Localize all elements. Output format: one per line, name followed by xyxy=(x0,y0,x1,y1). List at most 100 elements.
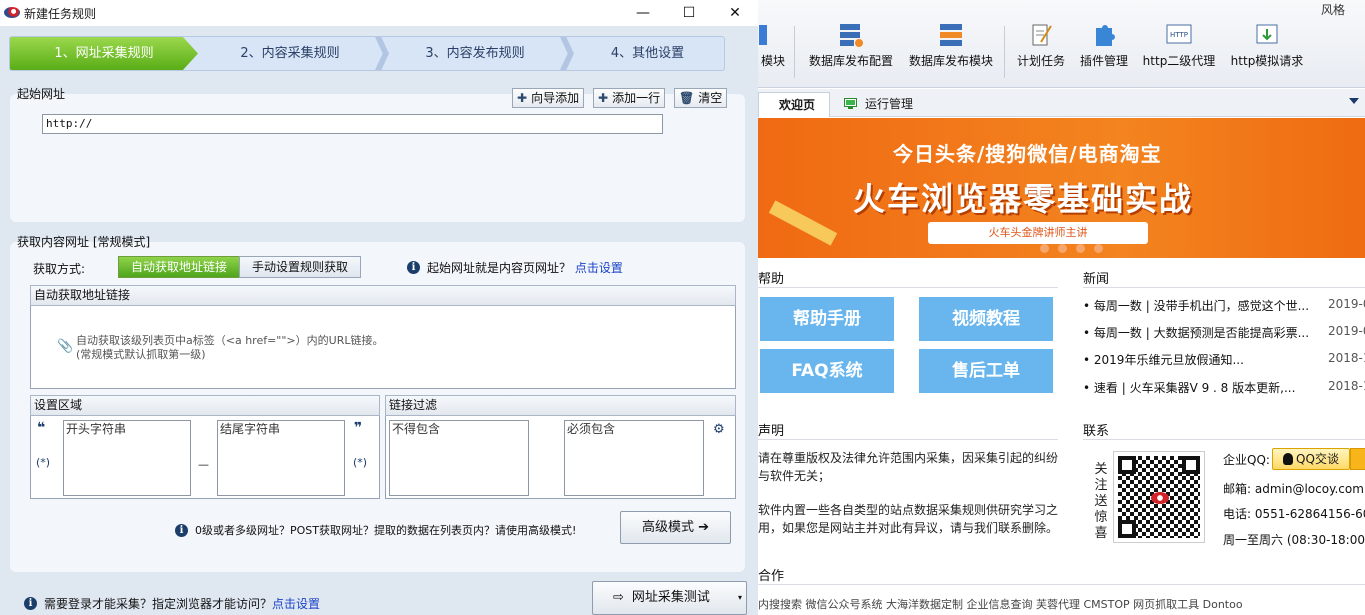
contact-email[interactable]: 邮箱: admin@locoy.com xyxy=(1223,480,1364,497)
plugin-icon xyxy=(1096,25,1115,46)
link-filter-title: 链接过滤 xyxy=(385,395,736,416)
qq-chat-button[interactable]: QQ交谈 xyxy=(1272,448,1350,470)
step-other-settings[interactable]: 4、其他设置 xyxy=(570,37,724,70)
step-publish-rules[interactable]: 3、内容发布规则 xyxy=(385,37,565,70)
login-settings-link[interactable]: 点击设置 xyxy=(272,597,320,611)
pencil-graphic xyxy=(768,200,838,246)
partners-section-title: 合作 xyxy=(758,569,785,584)
chevron-down-icon[interactable]: ▾ xyxy=(738,582,742,613)
ribbon-button-db-module[interactable]: 数据库发布模块 xyxy=(906,22,996,82)
statement-text: 用，如果您是网站主并对此有异议，请与我们联系删除。 xyxy=(758,521,1059,535)
close-button[interactable]: ✕ xyxy=(712,0,758,26)
tab-welcome[interactable]: 欢迎页 xyxy=(758,92,830,117)
manual-mode-button[interactable]: 手动设置规则获取 xyxy=(239,256,361,278)
ribbon-button-module[interactable]: 模块 xyxy=(758,22,788,82)
qq-label: 企业QQ: xyxy=(1223,453,1270,467)
promo-banner[interactable]: 今日头条/搜狗微信/电商淘宝 火车浏览器零基础实战 火车头金牌讲师主讲 xyxy=(758,118,1365,258)
ribbon-button-http-proxy[interactable]: HTTP http二级代理 xyxy=(1140,22,1218,82)
news-item[interactable]: • 速看 | 火车采集器V 9 . 8 版本更新,...2018-1 xyxy=(1083,379,1365,396)
start-url-input[interactable]: http:// xyxy=(42,114,663,134)
carousel-dot[interactable] xyxy=(1094,244,1103,253)
main-app-window: 风格 模块 数据库发布配置 数据库发布模块 计划任务 插件管理 HTTP htt… xyxy=(758,0,1365,615)
info-icon: i xyxy=(24,597,37,610)
carousel-dot[interactable] xyxy=(1076,244,1085,253)
qr-code xyxy=(1113,451,1205,543)
paperclip-icon: 📎 xyxy=(57,339,74,354)
start-is-content-link[interactable]: 点击设置 xyxy=(575,261,623,275)
info-icon: i xyxy=(407,261,420,274)
banner-line-1: 今日头条/搜狗微信/电商淘宝 xyxy=(893,142,1162,166)
step-content-rules[interactable]: 2、内容采集规则 xyxy=(200,37,380,70)
help-manual-button[interactable]: 帮助手册 xyxy=(760,297,894,341)
contact-phone: 电话: 0551-62864156-606 xyxy=(1223,507,1365,521)
news-item[interactable]: • 2019年乐维元旦放假通知...2018-1 xyxy=(1083,351,1365,368)
exclude-input[interactable]: 不得包含 xyxy=(389,420,529,496)
statement-section-title: 声明 xyxy=(758,424,785,439)
carousel-dot[interactable] xyxy=(1058,244,1067,253)
plus-icon: ✚ xyxy=(598,91,609,105)
document-tabs: 欢迎页 运行管理 xyxy=(758,89,1365,117)
statement-text: 与软件无关； xyxy=(758,469,831,483)
partner-links[interactable]: 内搜搜索 微信公众号系统 大海洋数据定制 企业信息查询 芙蓉代理 CMSTOP … xyxy=(758,596,1365,615)
contact-hours: 周一至周六 (08:30-18:00) xyxy=(1223,533,1365,547)
qq-check-icon[interactable] xyxy=(1350,448,1365,470)
start-url-title: 起始网址 xyxy=(17,87,66,101)
tab-run-management[interactable]: 运行管理 xyxy=(834,92,923,117)
ribbon-button-plugin[interactable]: 插件管理 xyxy=(1076,22,1132,82)
tabs-dropdown-icon[interactable] xyxy=(1349,98,1359,104)
auto-mode-button[interactable]: 自动获取地址链接 xyxy=(118,256,240,278)
monitor-icon xyxy=(844,98,857,109)
minimize-button[interactable]: — xyxy=(620,0,666,26)
mode-label: 获取方式: xyxy=(33,262,86,276)
contact-section-title: 联系 xyxy=(1083,424,1110,439)
divider xyxy=(1083,287,1365,288)
any-token-right[interactable]: (*) xyxy=(353,456,367,469)
divider xyxy=(758,439,1058,440)
follow-text: 关注送惊喜 xyxy=(1094,462,1108,541)
maximize-button[interactable]: ☐ xyxy=(666,0,712,26)
advanced-hint: 0级或者多级网址？POST获取网址？提取的数据在列表页内？请使用高级模式! xyxy=(195,524,577,537)
new-task-rule-dialog: 新建任务规则 — ☐ ✕ 1、网址采集规则 2、内容采集规则 3、内容发布规则 … xyxy=(0,0,758,615)
arrow-right-icon: ➔ xyxy=(698,520,710,535)
banner-line-2: 火车浏览器零基础实战 xyxy=(853,180,1194,218)
db-config-icon xyxy=(840,24,863,47)
schedule-icon xyxy=(1032,24,1052,46)
gear-icon[interactable]: ⚙ xyxy=(713,422,725,437)
divider xyxy=(758,584,1365,585)
start-is-content-hint: 起始网址就是内容页网址？ 点击设置 xyxy=(427,261,623,275)
url-collect-test-button[interactable]: ⇨ 网址采集测试 ▾ xyxy=(592,581,747,615)
run-icon: ⇨ xyxy=(613,590,624,605)
step-url-rules[interactable]: 1、网址采集规则 xyxy=(10,37,198,70)
end-string-input[interactable]: 结尾字符串 xyxy=(217,420,345,496)
carousel-dot[interactable] xyxy=(1040,244,1049,253)
news-item[interactable]: • 每周一数 | 大数据预测是否能提高彩票...2019-0 xyxy=(1083,324,1365,341)
any-token-left[interactable]: (*) xyxy=(36,456,50,469)
video-tutorial-button[interactable]: 视频教程 xyxy=(919,297,1053,341)
ribbon-toolbar: 风格 模块 数据库发布配置 数据库发布模块 计划任务 插件管理 HTTP htt… xyxy=(758,0,1365,88)
clear-button[interactable]: 🗑 清空 xyxy=(674,88,728,108)
style-menu[interactable]: 风格 xyxy=(1321,1,1345,18)
include-input[interactable]: 必须包含 xyxy=(564,420,704,496)
ribbon-button-http-request[interactable]: http模拟请求 xyxy=(1228,22,1306,82)
ribbon-button-db-config[interactable]: 数据库发布配置 xyxy=(806,22,896,82)
advanced-mode-button[interactable]: 高级模式 ➔ xyxy=(620,511,731,544)
open-quote-icon: ❝ xyxy=(37,420,46,436)
add-row-button[interactable]: ✚ 添加一行 xyxy=(593,88,666,108)
app-logo-icon xyxy=(4,7,20,18)
statement-text: 请在尊重版权及法律允许范围内采集，因采集引起的纠纷 xyxy=(758,451,1059,465)
wizard-add-button[interactable]: ✚ 向导添加 xyxy=(512,88,585,108)
news-section-title: 新闻 xyxy=(1083,272,1110,287)
divider xyxy=(758,287,1058,288)
after-sales-ticket-button[interactable]: 售后工单 xyxy=(919,349,1053,393)
http-request-icon xyxy=(1256,24,1278,44)
ribbon-button-schedule[interactable]: 计划任务 xyxy=(1012,22,1070,82)
faq-system-button[interactable]: FAQ系统 xyxy=(760,349,894,393)
divider xyxy=(1083,439,1365,440)
statement-text: 软件内置一些各自类型的站点数据采集规则供研究学习之 xyxy=(758,503,1059,517)
logo-icon xyxy=(1151,492,1169,504)
start-string-input[interactable]: 开头字符串 xyxy=(63,420,191,496)
news-item[interactable]: • 每周一数 | 没带手机出门，感觉这个世...2019-0 xyxy=(1083,297,1365,314)
info-icon: i xyxy=(175,524,188,537)
dialog-titlebar[interactable]: 新建任务规则 — ☐ ✕ xyxy=(0,0,758,26)
wizard-steps: 1、网址采集规则 2、内容采集规则 3、内容发布规则 4、其他设置 xyxy=(9,36,725,71)
